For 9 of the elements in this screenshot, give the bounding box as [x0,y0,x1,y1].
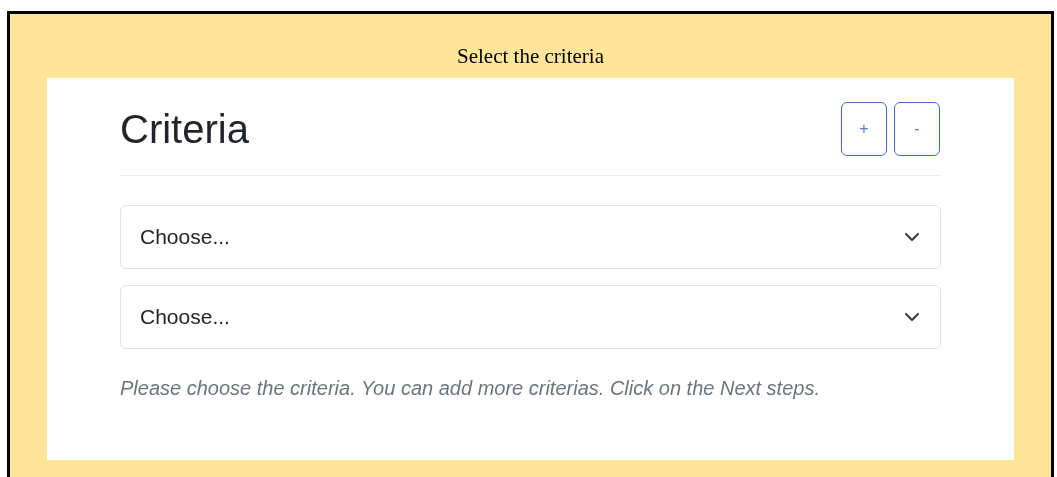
caption: Select the criteria [457,42,604,70]
chevron-down-icon [904,312,920,322]
page-heading: Criteria [120,109,249,149]
chevron-down-icon [904,232,920,242]
criteria-select[interactable]: Choose... [120,285,941,349]
remove-button[interactable]: - [894,102,940,156]
add-button[interactable]: + [841,102,887,156]
criteria-select[interactable]: Choose... [120,205,941,269]
help-text: Please choose the criteria. You can add more criterias. Click on the Next steps. [120,376,821,401]
